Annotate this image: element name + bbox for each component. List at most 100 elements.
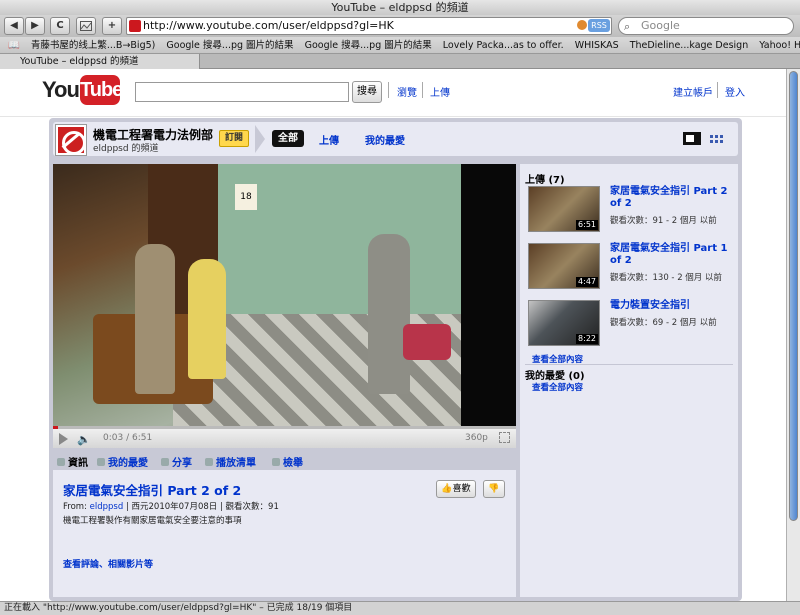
logo-tube: Tube: [80, 75, 123, 105]
duration-badge: 4:47: [576, 277, 598, 287]
search-button[interactable]: 搜尋: [352, 81, 382, 103]
tab-info-label: 資訊: [68, 458, 88, 469]
bookmark-item[interactable]: Lovely Packa...as to offer.: [443, 37, 564, 53]
divider: [388, 82, 389, 98]
video-player[interactable]: 18 🔈 0:03 / 6:51 360p: [53, 164, 516, 448]
tab-uploads[interactable]: 上傳: [319, 132, 339, 147]
channel-container: 機電工程署電力法例部 eldppsd 的頻道 訂閱 全部 上傳 我的最愛 18: [49, 118, 742, 601]
bookmark-item[interactable]: Google 搜尋...pg 圖片的結果: [305, 37, 432, 53]
create-account-link[interactable]: 建立帳戶: [673, 84, 713, 99]
browser-toolbar: ◀ ▶ C + http://www.youtube.com/user/eldp…: [0, 15, 800, 37]
video-link[interactable]: 家居電氣安全指引 Part 2 of 2: [610, 186, 730, 210]
tab-flag[interactable]: 檢舉: [272, 454, 303, 469]
tab-all[interactable]: 全部: [272, 130, 304, 147]
fullscreen-icon[interactable]: [499, 432, 510, 443]
login-link[interactable]: 登入: [725, 84, 745, 99]
tab-share[interactable]: 分享: [161, 454, 192, 469]
heart-icon: [97, 458, 105, 466]
favorites-heading: 我的最愛 (0): [525, 371, 585, 382]
tab-favorites[interactable]: 我的最愛: [365, 132, 405, 147]
thumbs-down-icon: 👎: [488, 484, 500, 494]
divider: [525, 364, 733, 365]
video-tabs: 資訊 我的最愛 分享 播放清單 檢舉: [53, 450, 516, 470]
bookmark-item[interactable]: WHISKAS: [575, 37, 619, 53]
volume-icon[interactable]: 🔈: [77, 433, 91, 446]
video-pot: [403, 324, 451, 360]
info-icon: [57, 458, 65, 466]
player-controls: 🔈 0:03 / 6:51 360p: [53, 426, 516, 448]
browse-link[interactable]: 瀏覽: [397, 84, 417, 99]
address-bar[interactable]: http://www.youtube.com/user/eldppsd?gl=H…: [126, 17, 612, 35]
bookmark-item[interactable]: TheDieline...kage Design: [630, 37, 749, 53]
tab-flag-label: 檢舉: [283, 458, 303, 469]
youtube-logo[interactable]: You Tube: [42, 75, 123, 107]
tab-playlists-label: 播放清單: [216, 458, 256, 469]
upload-link[interactable]: 上傳: [430, 84, 450, 99]
video-link[interactable]: 電力裝置安全指引: [610, 300, 730, 312]
page-scrollbar[interactable]: [786, 69, 800, 601]
tab-share-label: 分享: [172, 458, 192, 469]
player-view-icon[interactable]: [683, 132, 701, 145]
video-thumbnail[interactable]: 6:51: [528, 186, 600, 232]
video-person: [188, 259, 226, 379]
tab-info[interactable]: 資訊: [57, 454, 88, 469]
divider: [717, 82, 718, 98]
thumbs-up-icon: 👍: [441, 484, 453, 494]
list-item[interactable]: 6:51 家居電氣安全指引 Part 2 of 2 觀看次數：91 - 2 個月…: [528, 186, 738, 236]
reload-button[interactable]: C: [50, 17, 70, 35]
plus-icon: [205, 458, 213, 466]
video-link[interactable]: 家居電氣安全指引 Part 1 of 2: [610, 243, 730, 267]
book-icon: 📖: [8, 40, 20, 51]
search-placeholder: Google: [641, 19, 680, 32]
bookmark-item[interactable]: 青藤书屋的线上繁...B→Big5): [31, 37, 155, 53]
image-icon: [80, 21, 92, 31]
author-link[interactable]: eldppsd: [90, 502, 124, 512]
tab-favorites-label: 我的最愛: [108, 458, 148, 469]
add-bookmark-button[interactable]: +: [102, 17, 122, 35]
list-item[interactable]: 8:22 電力裝置安全指引 觀看次數：69 - 2 個月 以前: [528, 300, 738, 350]
snapback-button[interactable]: [76, 17, 96, 35]
tab-video-favorites[interactable]: 我的最愛: [97, 454, 148, 469]
forward-button[interactable]: ▶: [25, 17, 45, 35]
video-stats: 觀看次數：91 - 2 個月 以前: [610, 216, 717, 226]
subscribe-button[interactable]: 訂閱: [219, 130, 249, 147]
progress-bar[interactable]: [53, 426, 516, 429]
duration-badge: 6:51: [576, 220, 598, 230]
quality-button[interactable]: 360p: [465, 433, 488, 443]
bookmark-item[interactable]: Google 搜尋...pg 圖片的結果: [166, 37, 293, 53]
video-stats: 觀看次數：69 - 2 個月 以前: [610, 318, 717, 328]
list-item[interactable]: 4:47 家居電氣安全指引 Part 1 of 2 觀看次數：130 - 2 個…: [528, 243, 738, 293]
video-stats: 觀看次數：130 - 2 個月 以前: [610, 273, 723, 283]
bookmark-item[interactable]: Yahoo! Hon...ng – 雅虎香港: [759, 37, 800, 53]
grid-view-icon[interactable]: [709, 132, 727, 145]
channel-logo[interactable]: [56, 125, 86, 155]
time-display: 0:03 / 6:51: [103, 433, 153, 443]
scrollbar-thumb[interactable]: [789, 71, 798, 521]
progress-fill: [53, 426, 58, 429]
video-frame[interactable]: 18: [53, 164, 516, 426]
page-content: You Tube 搜尋 瀏覽 上傳 建立帳戶 登入 機電工程署電力法例部 eld…: [0, 69, 786, 601]
see-all-favorites-link[interactable]: 查看全部內容: [532, 381, 583, 393]
tab-bar: YouTube – eldppsd 的頻道: [0, 54, 800, 69]
logo-you: You: [42, 77, 80, 102]
dislike-button[interactable]: 👎: [483, 480, 505, 498]
youtube-search-input[interactable]: [135, 82, 349, 102]
channel-sidebar: 上傳 (7) 6:51 家居電氣安全指引 Part 2 of 2 觀看次數：91…: [520, 164, 738, 597]
tab-youtube[interactable]: YouTube – eldppsd 的頻道: [0, 54, 200, 69]
rss-button[interactable]: RSS: [588, 19, 610, 32]
more-info-link[interactable]: 查看評論、相關影片等: [63, 557, 153, 570]
window-title: YouTube – eldppsd 的頻道: [0, 0, 800, 15]
back-button[interactable]: ◀: [4, 17, 24, 35]
duration-badge: 8:22: [576, 334, 598, 344]
like-button[interactable]: 👍喜歡: [436, 480, 476, 498]
video-description: 機電工程署製作有關家居電氣安全要注意的事項: [63, 516, 242, 526]
tab-playlists[interactable]: 播放清單: [205, 454, 256, 469]
video-thumbnail[interactable]: 4:47: [528, 243, 600, 289]
bookmarks-bar: 📖 青藤书屋的线上繁...B→Big5) Google 搜尋...pg 圖片的結…: [0, 37, 800, 54]
google-search-input[interactable]: ⌕ Google: [618, 17, 794, 35]
play-icon[interactable]: [59, 433, 68, 445]
video-meta: From: eldppsd | 西元2010年07月08日 | 觀看次數：91: [63, 500, 279, 512]
divider: [0, 116, 786, 117]
channel-subtitle: eldppsd 的頻道: [93, 144, 159, 154]
video-thumbnail[interactable]: 8:22: [528, 300, 600, 346]
